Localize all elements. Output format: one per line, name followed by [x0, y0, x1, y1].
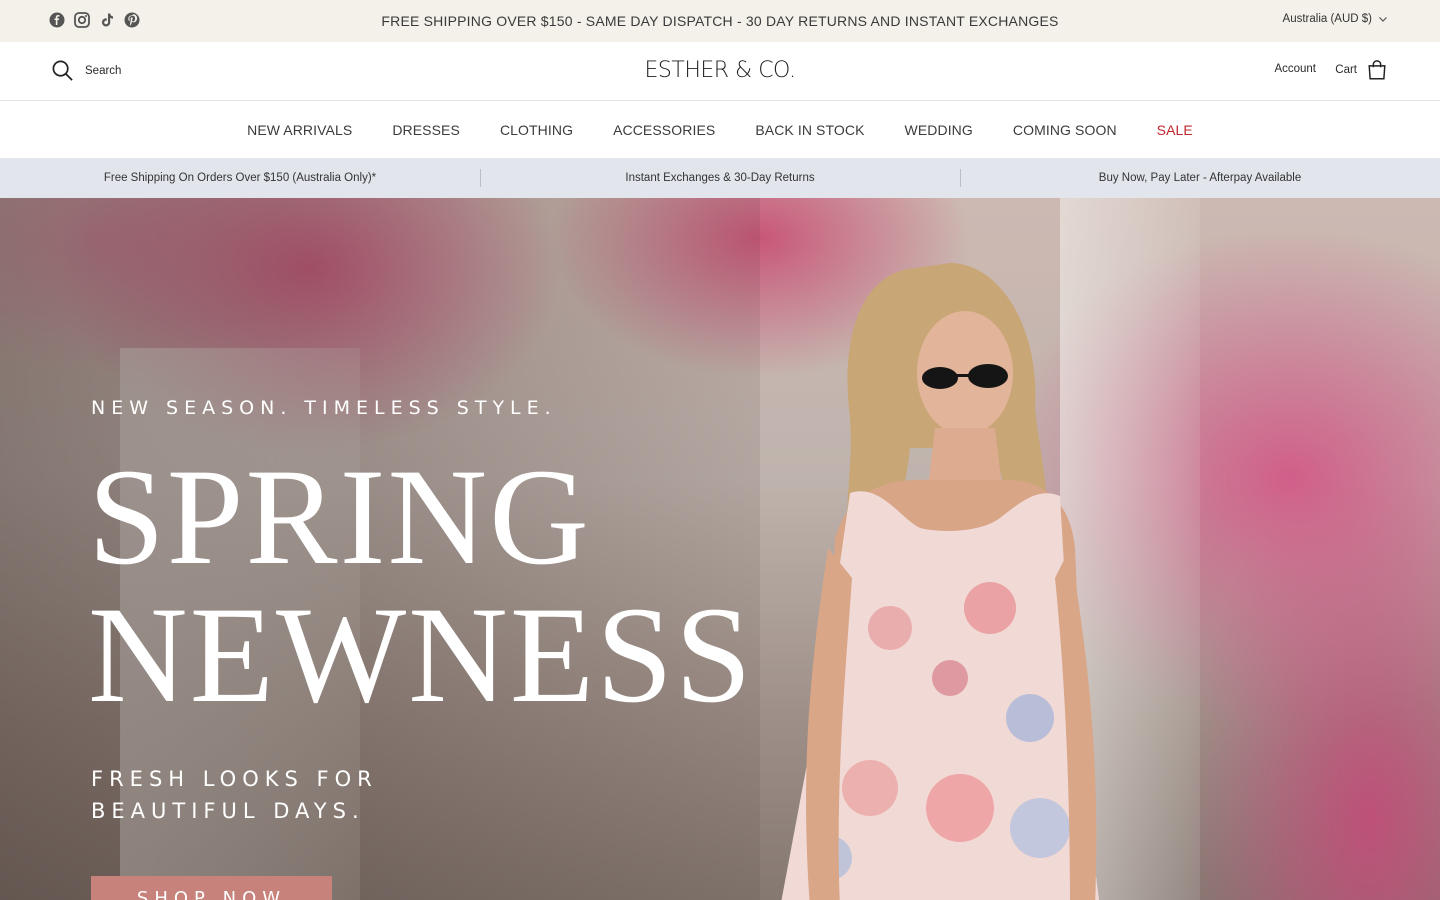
nav-item-coming-soon[interactable]: COMING SOON	[993, 122, 1137, 138]
site-logo[interactable]: ESTHER & CO.	[0, 58, 1440, 83]
hero-subheading-line2: BEAUTIFUL DAYS.	[91, 799, 365, 823]
nav-item-dresses[interactable]: DRESSES	[372, 122, 480, 138]
hero-headline: SPRING NEWNESS	[88, 448, 754, 724]
usp-item-afterpay: Buy Now, Pay Later - Afterpay Available	[960, 158, 1440, 198]
region-selector[interactable]: Australia (AUD $)	[1283, 13, 1388, 25]
announcement-bar: FREE SHIPPING OVER $150 - SAME DAY DISPA…	[0, 0, 1440, 42]
nav-item-sale[interactable]: SALE	[1137, 122, 1213, 138]
shop-now-button[interactable]: SHOP NOW	[91, 876, 332, 900]
hero-subheading: FRESH LOOKS FOR BEAUTIFUL DAYS.	[91, 763, 378, 827]
hero-model-image	[781, 263, 1099, 900]
usp-item-shipping: Free Shipping On Orders Over $150 (Austr…	[103, 172, 377, 184]
hero-subheading-line1: FRESH LOOKS FOR	[91, 767, 378, 791]
nav-item-new-arrivals[interactable]: NEW ARRIVALS	[227, 122, 372, 138]
usp-item-returns: Instant Exchanges & 30-Day Returns	[480, 158, 960, 198]
site-header: Search ESTHER & CO. Account Cart	[0, 42, 1440, 100]
cart-label: Cart	[1335, 64, 1357, 76]
hero-banner[interactable]: NEW SEASON. TIMELESS STYLE. SPRING NEWNE…	[0, 198, 1440, 900]
nav-item-clothing[interactable]: CLOTHING	[480, 122, 593, 138]
region-label: Australia (AUD $)	[1282, 13, 1372, 25]
cart-button[interactable]: Cart	[1335, 59, 1388, 81]
hero-headline-line1: SPRING	[88, 440, 591, 593]
nav-item-accessories[interactable]: ACCESSORIES	[593, 122, 735, 138]
shopping-bag-icon	[1368, 60, 1386, 80]
nav-item-wedding[interactable]: WEDDING	[885, 122, 993, 138]
usp-bar: Free Shipping On Orders Over $150 (Austr…	[0, 158, 1440, 198]
main-nav: NEW ARRIVALS DRESSES CLOTHING ACCESSORIE…	[0, 100, 1440, 158]
hero-headline-line2: NEWNESS	[88, 578, 754, 731]
announcement-text: FREE SHIPPING OVER $150 - SAME DAY DISPA…	[381, 13, 1059, 29]
nav-item-back-in-stock[interactable]: BACK IN STOCK	[735, 122, 884, 138]
account-link[interactable]: Account	[1274, 63, 1316, 75]
hero-kicker: NEW SEASON. TIMELESS STYLE.	[91, 397, 557, 419]
chevron-down-icon	[1379, 17, 1387, 22]
